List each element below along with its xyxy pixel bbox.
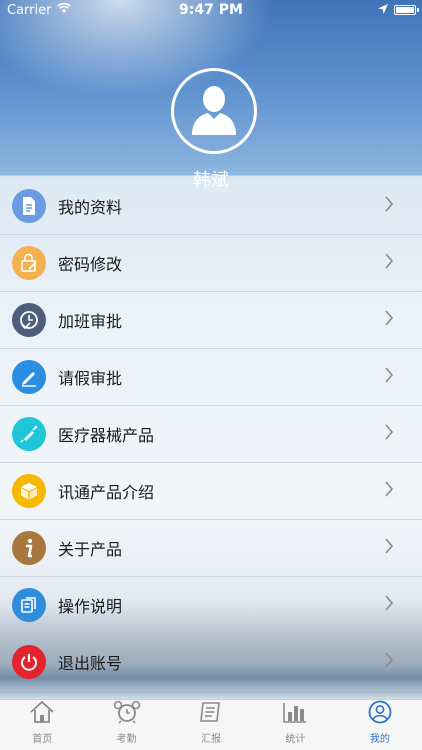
menu-item-profile[interactable]: 我的资料 [0, 178, 422, 235]
syringe-icon [12, 417, 46, 451]
location-arrow-icon [378, 3, 388, 18]
chevron-right-icon [384, 595, 394, 615]
chevron-right-icon [384, 481, 394, 501]
tab-label: 我的 [369, 734, 390, 745]
alarm-clock-icon [113, 700, 141, 728]
menu-item-label: 操作说明 [58, 597, 123, 616]
menu-item-label: 密码修改 [58, 255, 123, 274]
menu-item-change-password[interactable]: 密码修改 [0, 235, 422, 292]
info-icon [12, 531, 46, 565]
tab-label: 考勤 [116, 734, 137, 745]
menu-item-label: 讯通产品介绍 [58, 483, 155, 502]
menu-item-label: 我的资料 [58, 198, 123, 217]
tab-statistics[interactable]: 统计 [253, 700, 337, 750]
menu-item-label: 关于产品 [58, 540, 123, 559]
clock-check-icon [12, 303, 46, 337]
tab-bar: 首页 考勤 汇报 统计 我的 [0, 699, 422, 750]
menu-item-product-intro[interactable]: 讯通产品介绍 [0, 463, 422, 520]
menu-item-label: 请假审批 [58, 369, 123, 388]
tab-home[interactable]: 首页 [0, 700, 84, 750]
menu-item-label: 医疗器械产品 [58, 426, 155, 445]
menu-item-overtime-approval[interactable]: 加班审批 [0, 292, 422, 349]
tab-label: 统计 [285, 734, 306, 745]
tab-label: 汇报 [201, 734, 222, 745]
menu-item-instructions[interactable]: 操作说明 [0, 577, 422, 634]
lock-edit-icon [12, 246, 46, 280]
chevron-right-icon [384, 652, 394, 672]
profile-header: 韩斌 [0, 20, 422, 191]
user-silhouette-icon [190, 83, 238, 139]
wifi-icon [57, 2, 72, 18]
menu-item-logout[interactable]: 退出账号 [0, 634, 422, 691]
menu-item-label: 加班审批 [58, 312, 123, 331]
tab-report[interactable]: 汇报 [169, 700, 253, 750]
avatar[interactable] [171, 68, 257, 154]
tab-attendance[interactable]: 考勤 [84, 700, 168, 750]
home-icon [29, 700, 55, 728]
bar-chart-icon [282, 700, 308, 728]
report-icon [197, 700, 225, 728]
menu-item-label: 退出账号 [58, 654, 123, 673]
chevron-right-icon [384, 424, 394, 444]
document-icon [12, 189, 46, 223]
tab-label: 首页 [32, 734, 53, 745]
menu-item-leave-approval[interactable]: 请假审批 [0, 349, 422, 406]
battery-icon [394, 5, 419, 15]
menu-item-about[interactable]: 关于产品 [0, 520, 422, 577]
user-icon [367, 700, 393, 728]
status-bar: Carrier 9:47 PM [0, 0, 422, 20]
pen-icon [12, 360, 46, 394]
menu-list: 我的资料 密码修改 加班审批 请假审批 医疗器械产品 讯通产品介绍 关于产品 操… [0, 178, 422, 691]
clock: 9:47 PM [179, 2, 243, 18]
menu-item-medical-devices[interactable]: 医疗器械产品 [0, 406, 422, 463]
chevron-right-icon [384, 538, 394, 558]
box-icon [12, 474, 46, 508]
pages-icon [12, 588, 46, 622]
tab-mine[interactable]: 我的 [338, 700, 422, 750]
chevron-right-icon [384, 367, 394, 387]
chevron-right-icon [384, 196, 394, 216]
chevron-right-icon [384, 310, 394, 330]
power-icon [12, 645, 46, 679]
chevron-right-icon [384, 253, 394, 273]
carrier-label: Carrier [7, 2, 52, 18]
